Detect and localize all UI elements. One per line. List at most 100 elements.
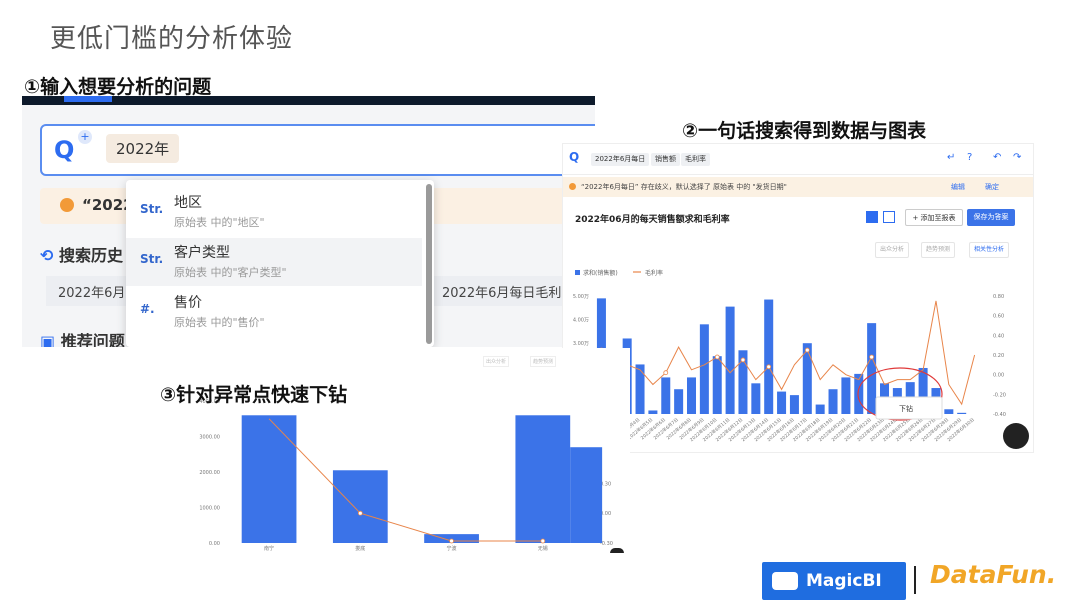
tool-button[interactable]: 出众分析 — [875, 242, 910, 258]
bar — [635, 364, 645, 414]
bar — [725, 306, 735, 414]
x-tick: 无锡 — [538, 545, 548, 552]
x-tick: 南宁 — [264, 545, 274, 552]
y-right-tick: 0.80 — [993, 294, 1004, 300]
search-q-icon: Q — [54, 136, 75, 164]
y-right-tick: 0.20 — [993, 353, 1004, 359]
tool-button[interactable]: 趋势预测 — [921, 242, 956, 258]
bar — [241, 415, 297, 543]
chat-button[interactable] — [1003, 423, 1029, 449]
drilldown-panel: 出众分析 趋势预测 0.00 1000.00 2000.00 3000.00 4000.… — [188, 348, 630, 553]
edit-link[interactable]: 编辑 — [951, 182, 965, 192]
slide-title: 更低门槛的分析体验 — [50, 24, 294, 54]
suggestion-name: 客户类型 — [174, 245, 230, 261]
bar — [674, 389, 684, 414]
chat-button[interactable] — [610, 548, 624, 553]
y-right-tick: 0.40 — [993, 333, 1004, 339]
query-tag[interactable]: 销售额 — [651, 153, 680, 166]
search-box[interactable]: Q + 2022年 — [40, 124, 595, 176]
search-token-chip[interactable]: 2022年 — [106, 134, 180, 163]
save-answer-button[interactable]: 保存为答案 — [967, 209, 1015, 226]
undo-icon[interactable]: ↶ — [993, 152, 1001, 163]
line-point — [740, 357, 746, 363]
legend-label-margin: 毛利率 — [645, 269, 663, 277]
step1-label: ①输入想要分析的问题 — [24, 76, 212, 98]
y-right-tick: -0.40 — [993, 412, 1006, 418]
chart-title: 2022年06月的每天销售额求和毛利率 — [575, 215, 730, 225]
bar — [944, 409, 954, 414]
bar — [648, 410, 658, 414]
legend-label-sales: 求和(销售额) — [583, 269, 618, 277]
suggestion-source: 原始表 中的"客户类型" — [174, 266, 287, 279]
search-panel: Q + 2022年 “2022 ⟲ 搜索历史 2022年6月 2022年6月每日… — [22, 96, 595, 347]
bar — [661, 377, 671, 414]
query-bar: Q 2022年6月每日 销售额 毛利率 ↵ ? ↶ ↷ — [563, 144, 1033, 175]
magicbi-logo-icon — [772, 572, 798, 590]
legend-swatch-sales — [575, 270, 580, 275]
recommend-heading: ▣ 推荐问题 — [40, 328, 125, 347]
recommend-label: 推荐问题 — [60, 332, 125, 347]
line-point — [663, 370, 669, 376]
search-history-heading: ⟲ 搜索历史 — [40, 242, 123, 266]
active-tab-indicator — [64, 96, 112, 102]
drilldown-chart: 0.001000.002000.003000.004000.00-0.300.0… — [199, 399, 613, 552]
table-view-icon[interactable] — [866, 211, 878, 223]
suggestion-name: 售价 — [174, 295, 202, 311]
line-point — [804, 347, 810, 353]
magicbi-text: MagicBI — [806, 571, 882, 591]
warning-icon — [569, 183, 576, 190]
add-to-report-button[interactable]: + 添加至报表 — [905, 209, 963, 226]
suggestion-item[interactable]: Str. 客户类型 原始表 中的"客户类型" — [126, 238, 422, 286]
y-right-tick: -0.20 — [993, 392, 1006, 398]
chart-view-icon[interactable] — [883, 211, 895, 223]
suggestion-source: 原始表 中的"地区" — [174, 216, 265, 229]
bar — [867, 323, 877, 414]
bar — [686, 377, 697, 414]
history-icon: ⟲ — [40, 246, 59, 265]
bar — [515, 415, 571, 543]
bar — [699, 324, 709, 414]
string-type-icon: Str. — [140, 202, 164, 216]
dropdown-scrollbar[interactable] — [426, 184, 432, 344]
line-point — [869, 354, 875, 360]
query-tag[interactable]: 毛利率 — [681, 153, 710, 166]
daily-sales-chart: 求和(销售额)毛利率0.001.00万2.00万3.00万4.00万5.00万-… — [573, 269, 1006, 443]
plus-icon[interactable]: + — [78, 130, 92, 144]
tool-button[interactable]: 相关性分析 — [969, 242, 1010, 258]
tool-button[interactable]: 出众分析 — [483, 356, 510, 367]
bar — [751, 383, 761, 414]
chat-icon: ▣ — [40, 332, 61, 347]
warning-text: “2022年6月每日” 存在歧义，默认选择了 原始表 中的 "发货日期" — [581, 183, 787, 191]
datafun-logo: DataFun. — [930, 560, 1057, 589]
line-point — [357, 510, 363, 516]
y-left-tick: 0.00 — [209, 541, 220, 547]
y-left-tick: 2000.00 — [199, 470, 220, 476]
string-type-icon: Str. — [140, 252, 164, 266]
y-left-tick: 3.00万 — [573, 341, 589, 347]
suggestion-item[interactable]: #. 售价 原始表 中的"售价" — [126, 288, 422, 336]
history-item[interactable]: 2022年6月每日毛利率 — [442, 282, 574, 301]
search-q-icon: Q — [569, 150, 580, 164]
magicbi-logo: MagicBI — [762, 562, 906, 600]
redo-icon[interactable]: ↷ — [1013, 152, 1021, 163]
suggestion-dropdown: Str. 地区 原始表 中的"地区" Str. 客户类型 原始表 中的"客户类型… — [126, 180, 434, 347]
line-point — [449, 538, 454, 544]
warning-icon — [60, 198, 74, 212]
help-icon[interactable]: ? — [967, 152, 972, 163]
bar — [828, 389, 838, 414]
history-item[interactable]: 2022年6月 — [58, 282, 125, 301]
line-point — [714, 354, 720, 360]
bar — [332, 470, 388, 543]
suggestion-item[interactable]: Str. 地区 原始表 中的"地区" — [126, 188, 422, 236]
number-type-icon: #. — [140, 302, 155, 316]
query-tag[interactable]: 2022年6月每日 — [591, 153, 650, 166]
enter-icon[interactable]: ↵ — [947, 152, 955, 163]
x-tick: 宁波 — [447, 545, 457, 552]
y-left-tick: 5.00万 — [573, 294, 589, 300]
tool-button[interactable]: 趋势预测 — [530, 356, 557, 367]
confirm-link[interactable]: 确定 — [985, 182, 999, 192]
y-left-tick: 3000.00 — [199, 435, 220, 441]
ambiguity-warning: “2022年6月每日” 存在歧义，默认选择了 原始表 中的 "发货日期" 编辑 … — [563, 177, 1033, 197]
history-label: 搜索历史 — [58, 246, 123, 265]
drill-menu-label: 下钻 — [899, 404, 913, 413]
